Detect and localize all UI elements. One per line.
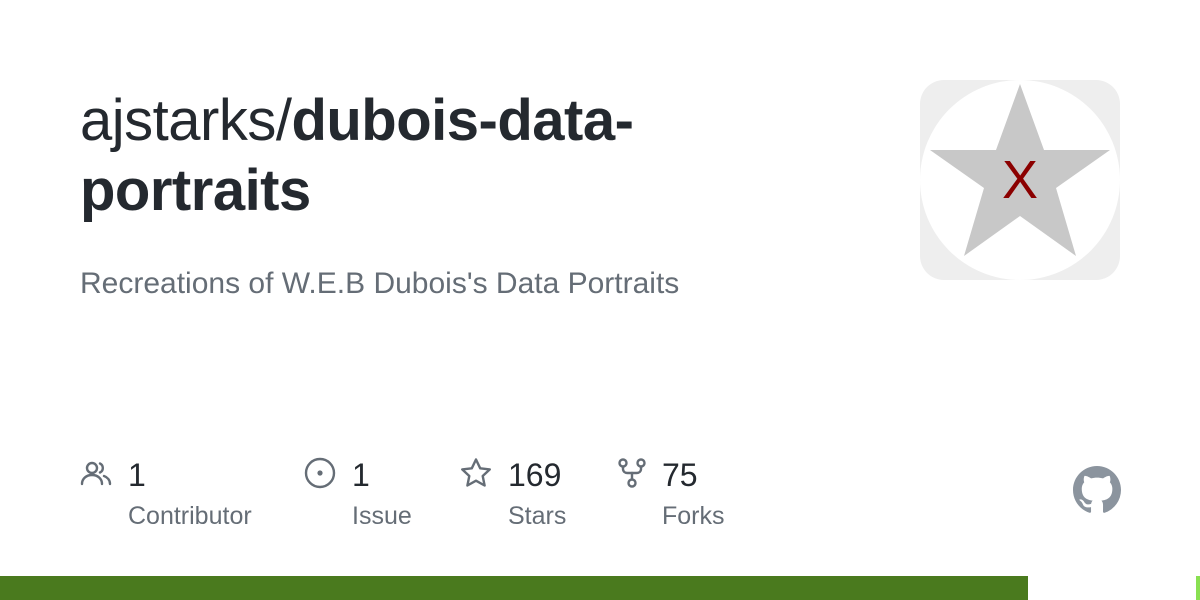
- owner-avatar[interactable]: X: [920, 80, 1120, 280]
- forks-label: Forks: [662, 502, 725, 530]
- stars-count: 169: [508, 457, 562, 493]
- people-icon: [80, 457, 112, 489]
- language-bar: [0, 576, 1200, 600]
- issues-count: 1: [352, 457, 370, 493]
- contributors-count: 1: [128, 457, 146, 493]
- github-logo-icon[interactable]: [1073, 466, 1121, 514]
- repo-owner[interactable]: ajstarks/: [80, 88, 292, 153]
- issue-icon: [304, 457, 336, 489]
- fork-icon: [616, 457, 648, 489]
- avatar-image: X: [920, 80, 1120, 280]
- repo-title: ajstarks/dubois-data-portraits: [80, 86, 760, 226]
- forks-count: 75: [662, 457, 698, 493]
- language-bar-segment: [1196, 576, 1200, 600]
- repo-description: Recreations of W.E.B Dubois's Data Portr…: [80, 267, 680, 300]
- avatar-mark: X: [1002, 150, 1038, 210]
- issues-label: Issue: [352, 502, 412, 530]
- language-bar-segment: [1028, 576, 1197, 600]
- contributors-label: Contributor: [128, 502, 252, 530]
- star-icon: [460, 457, 492, 489]
- language-bar-segment: [0, 576, 1029, 600]
- stars-label: Stars: [508, 502, 567, 530]
